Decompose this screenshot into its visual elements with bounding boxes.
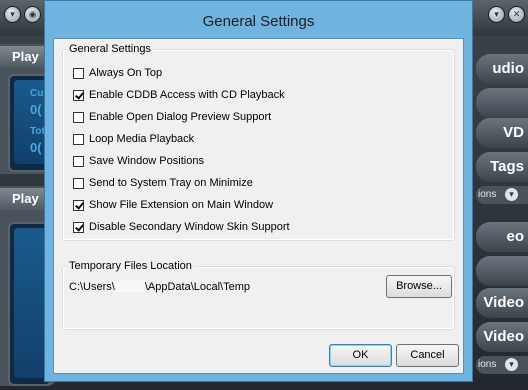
chevron-down-icon-2[interactable]: ▾ — [505, 358, 518, 371]
audio-button[interactable]: udio — [476, 54, 528, 84]
options-bar-2[interactable]: ions — [476, 356, 528, 374]
temp-path-value: C:\Users\ \AppData\Local\Temp — [69, 280, 251, 293]
skin-close-icon[interactable]: ✕ — [508, 6, 525, 23]
ok-button[interactable]: OK — [329, 344, 392, 367]
video-button-1[interactable]: eo — [476, 222, 528, 252]
general-settings-group-label: General Settings — [67, 43, 153, 56]
chevron-down-icon[interactable]: ▾ — [505, 188, 518, 201]
current-time-label: Cu — [30, 88, 44, 99]
disable-secondary-skin-checkbox[interactable]: Disable Secondary Window Skin Support — [73, 220, 290, 234]
checkbox-box[interactable] — [73, 111, 84, 123]
dialog-title: General Settings — [202, 13, 315, 30]
checkbox-box[interactable] — [73, 133, 84, 145]
skin-menu-icon[interactable]: ◉ — [24, 6, 41, 23]
video-button-3[interactable]: Video — [476, 322, 528, 352]
current-time-value: 0( — [30, 102, 42, 117]
tags-button[interactable]: Tags — [476, 152, 528, 182]
skin-minimize-icon[interactable]: ▾ — [4, 6, 21, 23]
checkbox-box[interactable] — [73, 221, 84, 233]
checkbox-box[interactable] — [73, 155, 84, 167]
browse-button[interactable]: Browse... — [386, 275, 452, 298]
send-to-tray-checkbox[interactable]: Send to System Tray on Minimize — [73, 176, 253, 190]
enable-open-dialog-preview-checkbox[interactable]: Enable Open Dialog Preview Support — [73, 110, 271, 124]
dialog-client-area: General Settings Always On Top Enable CD… — [53, 38, 464, 374]
save-window-positions-checkbox[interactable]: Save Window Positions — [73, 154, 204, 168]
always-on-top-checkbox[interactable]: Always On Top — [73, 66, 162, 80]
redacted-username — [114, 280, 145, 292]
general-settings-dialog: General Settings General Settings Always… — [44, 0, 473, 382]
checkbox-box[interactable] — [73, 67, 84, 79]
skin-restore-icon[interactable]: ▾ — [488, 6, 505, 23]
checkbox-box[interactable] — [73, 199, 84, 211]
show-file-extension-checkbox[interactable]: Show File Extension on Main Window — [73, 198, 273, 212]
loop-media-playback-checkbox[interactable]: Loop Media Playback — [73, 132, 194, 146]
total-time-label: Tot — [30, 126, 45, 137]
checkbox-box[interactable] — [73, 177, 84, 189]
total-time-value: 0( — [30, 140, 42, 155]
temp-files-group-label: Temporary Files Location — [67, 260, 194, 273]
blank-button[interactable] — [476, 88, 528, 118]
video-button-2[interactable]: Video — [476, 288, 528, 318]
cancel-button[interactable]: Cancel — [396, 344, 459, 367]
options-bar-1[interactable]: ions — [476, 186, 528, 204]
enable-cddb-checkbox[interactable]: Enable CDDB Access with CD Playback — [73, 88, 285, 102]
checkbox-box[interactable] — [73, 89, 84, 101]
dvd-button[interactable]: VD — [476, 118, 528, 148]
blank-button-2[interactable] — [476, 256, 528, 286]
